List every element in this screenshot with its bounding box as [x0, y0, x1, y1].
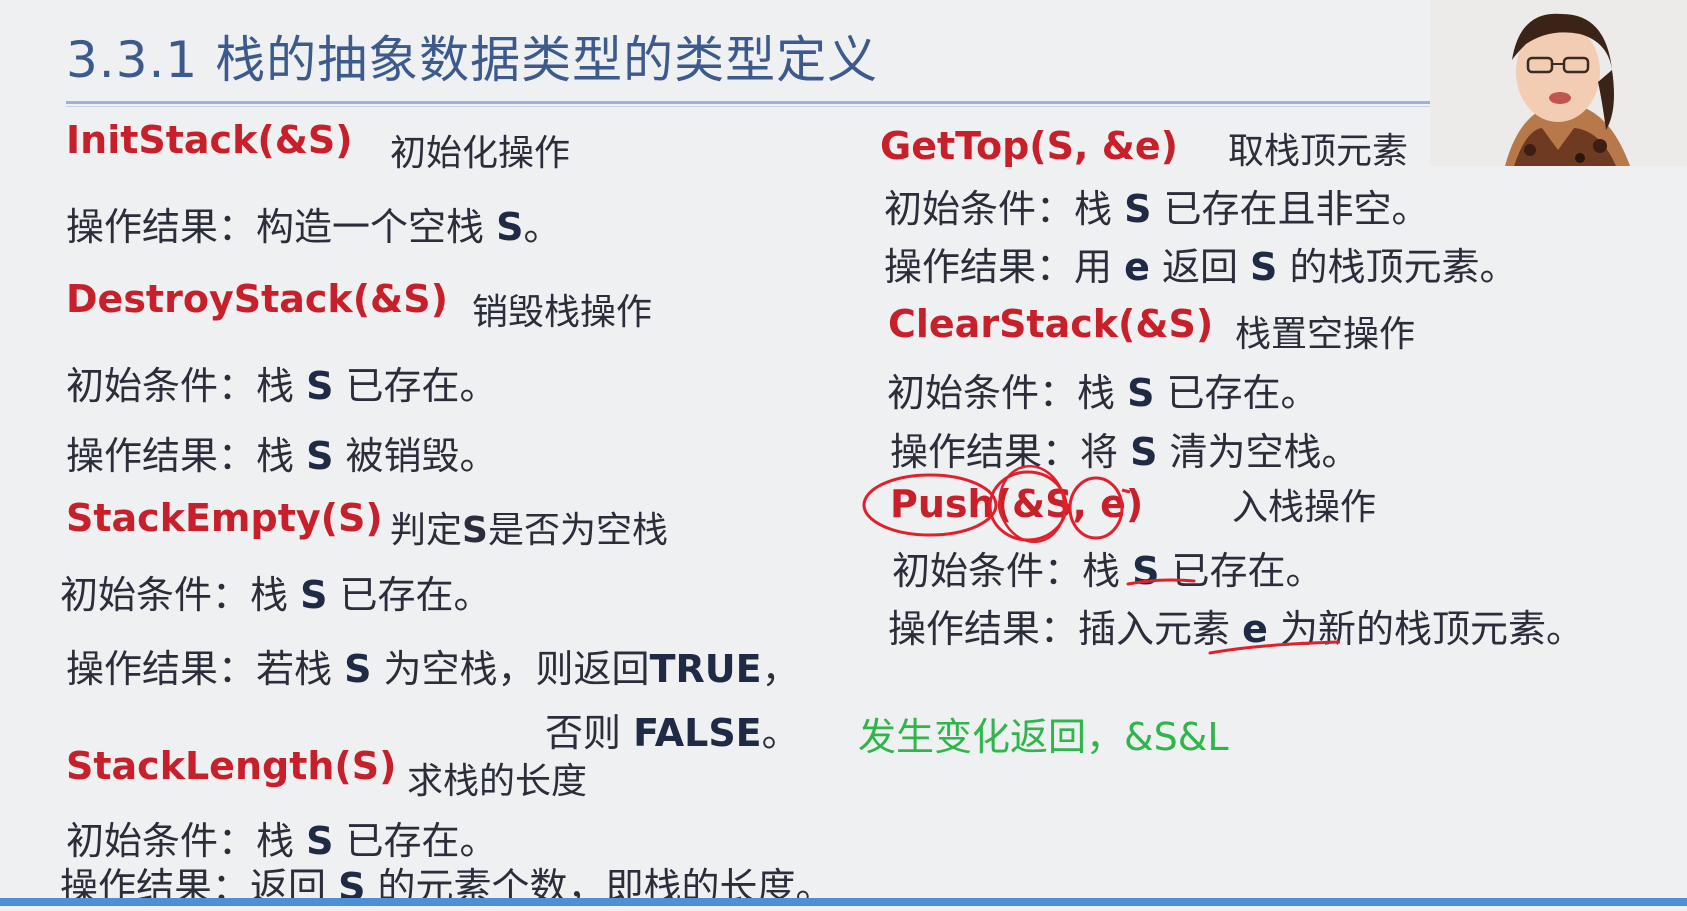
stack-var: S — [306, 364, 334, 408]
cond-end: 已存在。 — [1154, 371, 1319, 415]
cond-end: 已存在。 — [333, 364, 498, 408]
stackempty-cond: 初始条件：栈 S 已存在。 — [60, 564, 492, 619]
desc-pre: 判定 — [390, 510, 463, 551]
bottom-progress-bar — [0, 898, 1687, 906]
cond-end: 已存在。 — [1159, 549, 1324, 593]
title-divider — [66, 101, 1430, 104]
op-clearstack: ClearStack(&S) — [888, 302, 1214, 346]
result-end: 为新的栈顶元素。 — [1267, 607, 1584, 651]
destroystack-cond: 初始条件：栈 S 已存在。 — [66, 355, 498, 410]
result-end: ， — [761, 647, 800, 691]
gettop-result: 操作结果：用 e 返回 S 的栈顶元素。 — [884, 236, 1518, 291]
stack-var: S — [300, 573, 328, 617]
result-label: 操作结果：构造一个空栈 — [66, 205, 497, 249]
stack-var: S — [462, 510, 488, 551]
op-push: Push(&S, e) — [890, 482, 1144, 526]
presenter-webcam-icon — [1430, 0, 1687, 166]
stack-var: S — [1124, 187, 1152, 231]
result-label: 操作结果：用 — [884, 245, 1125, 289]
cond-label: 初始条件：栈 — [66, 364, 307, 408]
desc-clearstack: 栈置空操作 — [1235, 314, 1416, 355]
desc-gettop: 取栈顶元素 — [1228, 131, 1409, 172]
result-label: 操作结果：插入元素 — [888, 607, 1243, 651]
presenter-webcam — [1430, 0, 1687, 166]
destroystack-result: 操作结果：栈 S 被销毁。 — [66, 425, 498, 480]
stack-var: S — [1250, 245, 1278, 289]
cond-label: 初始条件：栈 — [60, 573, 301, 617]
cond-label: 初始条件：栈 — [887, 371, 1128, 415]
push-cond: 初始条件：栈 S 已存在。 — [892, 540, 1324, 595]
stack-var: S — [306, 434, 334, 478]
else-label: 否则 — [545, 711, 634, 755]
stack-var: S — [496, 205, 524, 249]
stackempty-result: 操作结果：若栈 S 为空栈，则返回TRUE， — [66, 638, 800, 693]
op-stackempty: StackEmpty(S) — [66, 496, 383, 540]
stack-var: S — [1130, 430, 1158, 474]
title-divider-thin — [66, 106, 1430, 107]
element-var: e — [1124, 245, 1150, 289]
op-initstack: InitStack(&S) — [66, 118, 353, 162]
result-end: 的栈顶元素。 — [1277, 245, 1518, 289]
op-destroystack: DestroyStack(&S) — [66, 277, 448, 321]
desc-post: 是否为空栈 — [487, 510, 668, 551]
result-mid: 返回 — [1149, 245, 1251, 289]
cond-label: 初始条件：栈 — [884, 187, 1125, 231]
op-gettop: GetTop(S, &e) — [880, 124, 1178, 168]
push-result: 操作结果：插入元素 e 为新的栈顶元素。 — [888, 598, 1584, 653]
desc-stacklength: 求栈的长度 — [407, 761, 588, 802]
cond-end: 已存在。 — [327, 573, 492, 617]
desc-initstack: 初始化操作 — [390, 133, 571, 174]
result-end: 清为空栈。 — [1157, 430, 1360, 474]
result-label: 操作结果：若栈 — [66, 647, 345, 691]
stack-var: S — [1127, 371, 1155, 415]
desc-destroystack: 销毁栈操作 — [472, 292, 653, 333]
gettop-cond: 初始条件：栈 S 已存在且非空。 — [884, 178, 1430, 233]
result-end: 。 — [523, 205, 562, 249]
stack-var: S — [344, 647, 372, 691]
annotation-note: 发生变化返回，&S&L — [858, 715, 1229, 759]
stackempty-else: 否则 FALSE。 — [545, 702, 800, 757]
result-label: 操作结果：将 — [890, 430, 1131, 474]
clearstack-result: 操作结果：将 S 清为空栈。 — [890, 421, 1360, 476]
page-title: 3.3.1 栈的抽象数据类型的类型定义 — [66, 31, 879, 89]
result-mid: 为空栈，则返回 — [371, 647, 650, 691]
op-stacklength: StackLength(S) — [66, 744, 397, 788]
false-value: FALSE — [633, 711, 762, 755]
stack-var: S — [1132, 549, 1160, 593]
else-end: 。 — [761, 711, 800, 755]
result-end: 被销毁。 — [333, 434, 498, 478]
cond-label: 初始条件：栈 — [892, 549, 1133, 593]
desc-stackempty: 判定S是否为空栈 — [390, 501, 668, 553]
result-label: 操作结果：栈 — [66, 434, 307, 478]
true-value: TRUE — [649, 647, 762, 691]
clearstack-cond: 初始条件：栈 S 已存在。 — [887, 362, 1319, 417]
element-var: e — [1242, 607, 1268, 651]
desc-push: 入栈操作 — [1232, 487, 1377, 528]
cond-end: 已存在且非空。 — [1151, 187, 1430, 231]
initstack-result: 操作结果：构造一个空栈 S。 — [66, 196, 561, 251]
